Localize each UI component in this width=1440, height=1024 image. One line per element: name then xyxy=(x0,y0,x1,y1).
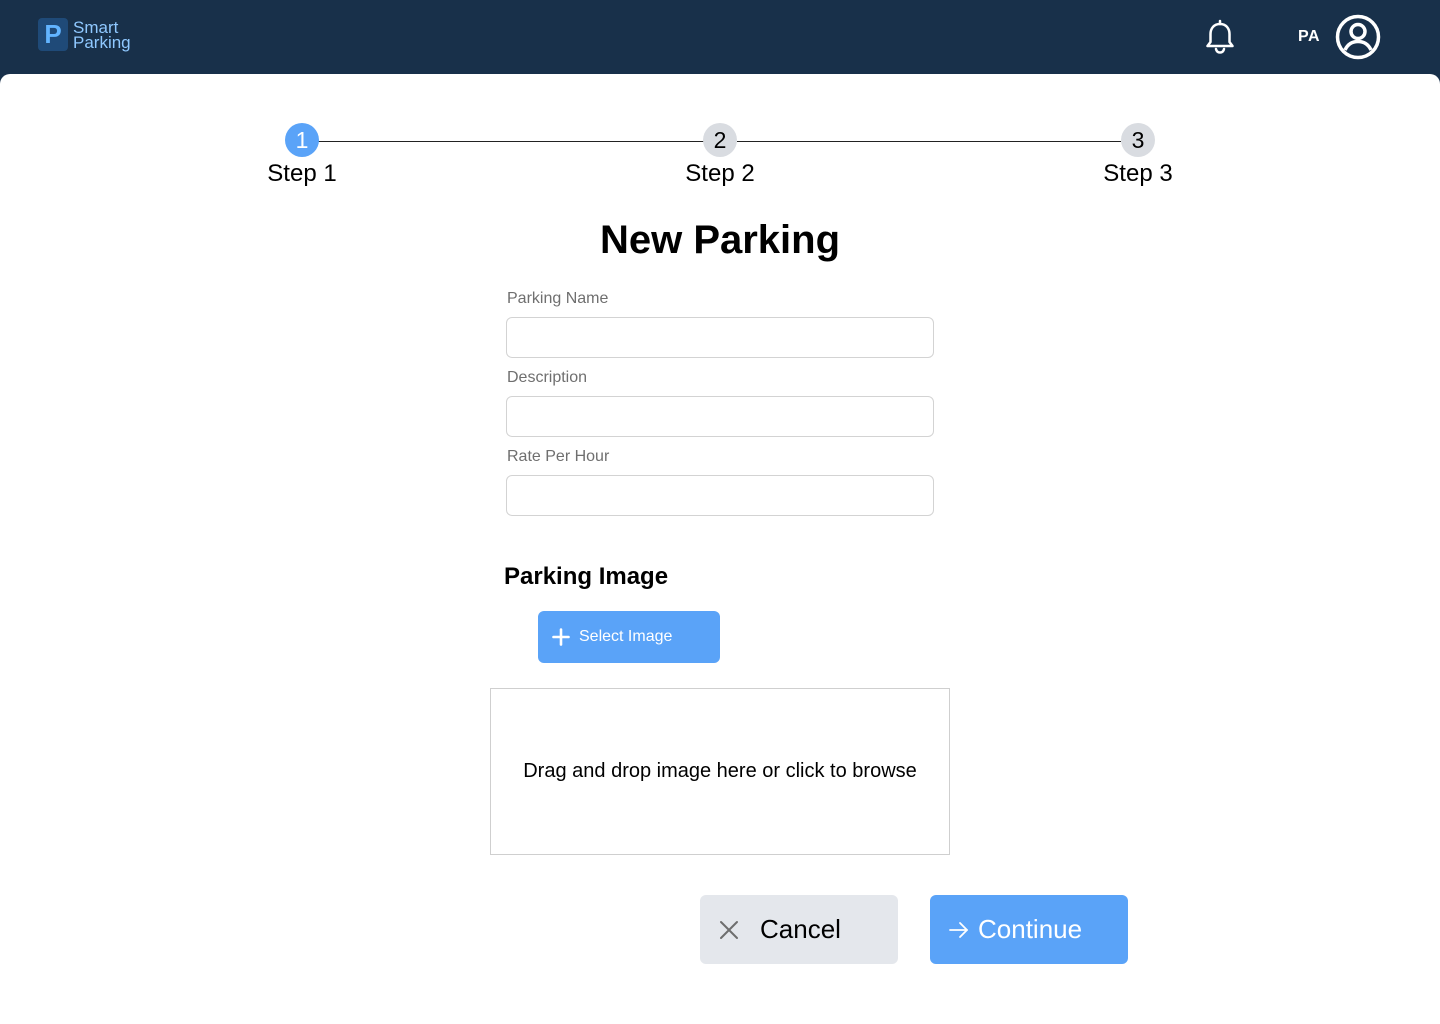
step-3-label: Step 3 xyxy=(1103,160,1173,187)
app-logo[interactable]: P Smart Parking xyxy=(38,18,131,51)
main-card xyxy=(0,74,1440,1024)
bell-icon[interactable] xyxy=(1202,18,1238,56)
user-initials: PA xyxy=(1298,28,1321,45)
logo-text: Smart Parking xyxy=(73,19,131,52)
logo-mark: P xyxy=(38,18,68,51)
parking-name-input[interactable] xyxy=(506,317,934,358)
rate-per-hour-label: Rate Per Hour xyxy=(507,448,610,465)
step-1-indicator[interactable]: 1 xyxy=(285,123,319,157)
page-title: New Parking xyxy=(599,218,841,262)
user-avatar-icon[interactable] xyxy=(1335,14,1381,60)
arrow-right-icon xyxy=(949,921,968,938)
top-bar: P Smart Parking PA xyxy=(0,0,1440,74)
step-1-label: Step 1 xyxy=(267,160,337,187)
stepper-connector xyxy=(318,141,704,142)
continue-button[interactable]: Continue xyxy=(930,895,1128,964)
description-label: Description xyxy=(507,369,588,386)
cancel-button[interactable]: Cancel xyxy=(700,895,898,964)
continue-label: Continue xyxy=(978,914,1083,944)
image-dropzone[interactable]: Drag and drop image here or click to bro… xyxy=(490,688,950,855)
parking-image-heading: Parking Image xyxy=(504,563,669,590)
parking-name-label: Parking Name xyxy=(507,290,609,307)
plus-icon xyxy=(552,628,570,646)
logo-line-2: Parking xyxy=(73,32,131,52)
select-image-label: Select Image xyxy=(579,628,673,645)
step-2-indicator[interactable]: 2 xyxy=(703,123,737,157)
cancel-label: Cancel xyxy=(760,914,841,944)
select-image-button[interactable]: Select Image xyxy=(538,611,720,663)
rate-per-hour-input[interactable] xyxy=(506,475,934,516)
description-input[interactable] xyxy=(506,396,934,437)
stepper-connector xyxy=(737,141,1121,142)
dropzone-text: Drag and drop image here or click to bro… xyxy=(523,760,917,782)
close-icon xyxy=(720,920,738,939)
step-2-label: Step 2 xyxy=(685,160,755,187)
step-3-indicator[interactable]: 3 xyxy=(1121,123,1155,157)
